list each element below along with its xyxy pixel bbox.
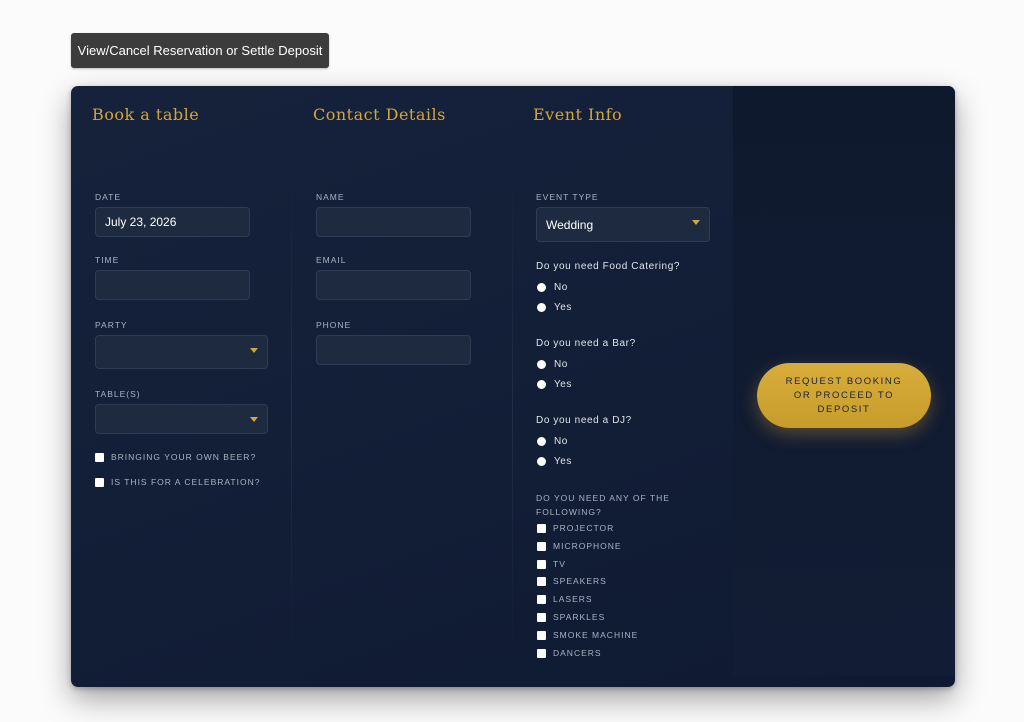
extra-option[interactable]: SMOKE MACHINE	[537, 630, 638, 640]
name-label: NAME	[316, 192, 345, 202]
contact-details-heading: Contact Details	[313, 105, 446, 124]
bar-yes-label: Yes	[554, 379, 572, 390]
name-field[interactable]	[316, 207, 471, 237]
email-field[interactable]	[316, 270, 471, 300]
catering-yes-label: Yes	[554, 302, 572, 313]
view-cancel-reservation-button[interactable]: View/Cancel Reservation or Settle Deposi…	[71, 33, 329, 68]
phone-label: PHONE	[316, 320, 352, 330]
extra-label: MICROPHONE	[553, 541, 622, 551]
catering-yes-radio[interactable]	[537, 303, 546, 312]
date-field[interactable]: July 23, 2026	[95, 207, 250, 237]
request-booking-button[interactable]: REQUEST BOOKING OR PROCEED TO DEPOSIT	[757, 363, 931, 428]
speakers-checkbox[interactable]	[537, 576, 546, 586]
tables-label: TABLE(S)	[95, 389, 141, 399]
catering-no-label: No	[554, 282, 568, 293]
chevron-down-icon	[692, 220, 700, 225]
projector-checkbox[interactable]	[537, 523, 546, 533]
bar-no-label: No	[554, 359, 568, 370]
celebration-label: IS THIS FOR A CELEBRATION?	[111, 477, 261, 487]
dj-no-radio[interactable]	[537, 437, 546, 446]
bar-question: Do you need a Bar?	[536, 338, 636, 349]
microphone-checkbox[interactable]	[537, 541, 546, 551]
lasers-checkbox[interactable]	[537, 594, 546, 604]
date-label: DATE	[95, 192, 122, 202]
extra-label: PROJECTOR	[553, 523, 615, 533]
catering-yes-option[interactable]: Yes	[537, 302, 572, 313]
extra-label: LASERS	[553, 594, 593, 604]
extra-option[interactable]: TV	[537, 559, 566, 569]
column-divider	[512, 166, 513, 666]
extra-label: SPARKLES	[553, 612, 606, 622]
bar-no-radio[interactable]	[537, 360, 546, 369]
book-table-heading: Book a table	[92, 105, 200, 124]
extra-label: SPEAKERS	[553, 576, 607, 586]
time-label: TIME	[95, 255, 120, 265]
extra-option[interactable]: MICROPHONE	[537, 541, 622, 551]
sparkles-checkbox[interactable]	[537, 612, 546, 622]
dj-yes-option[interactable]: Yes	[537, 456, 572, 467]
tables-select[interactable]	[95, 404, 268, 434]
extra-label: DANCERS	[553, 648, 602, 658]
party-label: PARTY	[95, 320, 128, 330]
dj-question: Do you need a DJ?	[536, 415, 632, 426]
event-type-label: EVENT TYPE	[536, 192, 599, 202]
dj-yes-label: Yes	[554, 456, 572, 467]
column-divider	[291, 166, 292, 666]
extra-option[interactable]: SPARKLES	[537, 612, 605, 622]
byob-checkbox[interactable]	[95, 452, 104, 462]
tv-checkbox[interactable]	[537, 559, 546, 569]
extra-option[interactable]: DANCERS	[537, 648, 602, 658]
byob-checkbox-row[interactable]: BRINGING YOUR OWN BEER?	[95, 452, 256, 462]
bar-no-option[interactable]: No	[537, 359, 568, 370]
bar-yes-radio[interactable]	[537, 380, 546, 389]
booking-card: Book a table DATE July 23, 2026 TIME PAR…	[71, 86, 955, 687]
event-type-value: Wedding	[546, 217, 594, 232]
dancers-checkbox[interactable]	[537, 648, 546, 658]
extra-option[interactable]: SPEAKERS	[537, 576, 607, 586]
extra-option[interactable]: LASERS	[537, 594, 593, 604]
byob-label: BRINGING YOUR OWN BEER?	[111, 452, 257, 462]
catering-no-option[interactable]: No	[537, 282, 568, 293]
time-field[interactable]	[95, 270, 250, 300]
party-select[interactable]	[95, 335, 268, 369]
dj-no-option[interactable]: No	[537, 436, 568, 447]
bar-yes-option[interactable]: Yes	[537, 379, 572, 390]
extras-question: DO YOU NEED ANY OF THE FOLLOWING?	[536, 493, 670, 517]
dj-yes-radio[interactable]	[537, 457, 546, 466]
extra-label: TV	[553, 559, 566, 569]
email-label: EMAIL	[316, 255, 347, 265]
extra-label: SMOKE MACHINE	[553, 630, 639, 640]
celebration-checkbox[interactable]	[95, 477, 104, 487]
dj-no-label: No	[554, 436, 568, 447]
celebration-checkbox-row[interactable]: IS THIS FOR A CELEBRATION?	[95, 477, 260, 487]
event-type-select[interactable]: Wedding	[536, 207, 710, 242]
chevron-down-icon	[250, 417, 258, 422]
catering-no-radio[interactable]	[537, 283, 546, 292]
smoke-machine-checkbox[interactable]	[537, 630, 546, 640]
event-info-heading: Event Info	[533, 105, 623, 124]
extra-option[interactable]: PROJECTOR	[537, 523, 614, 533]
catering-question: Do you need Food Catering?	[536, 261, 681, 272]
chevron-down-icon	[250, 348, 258, 353]
phone-field[interactable]	[316, 335, 471, 365]
